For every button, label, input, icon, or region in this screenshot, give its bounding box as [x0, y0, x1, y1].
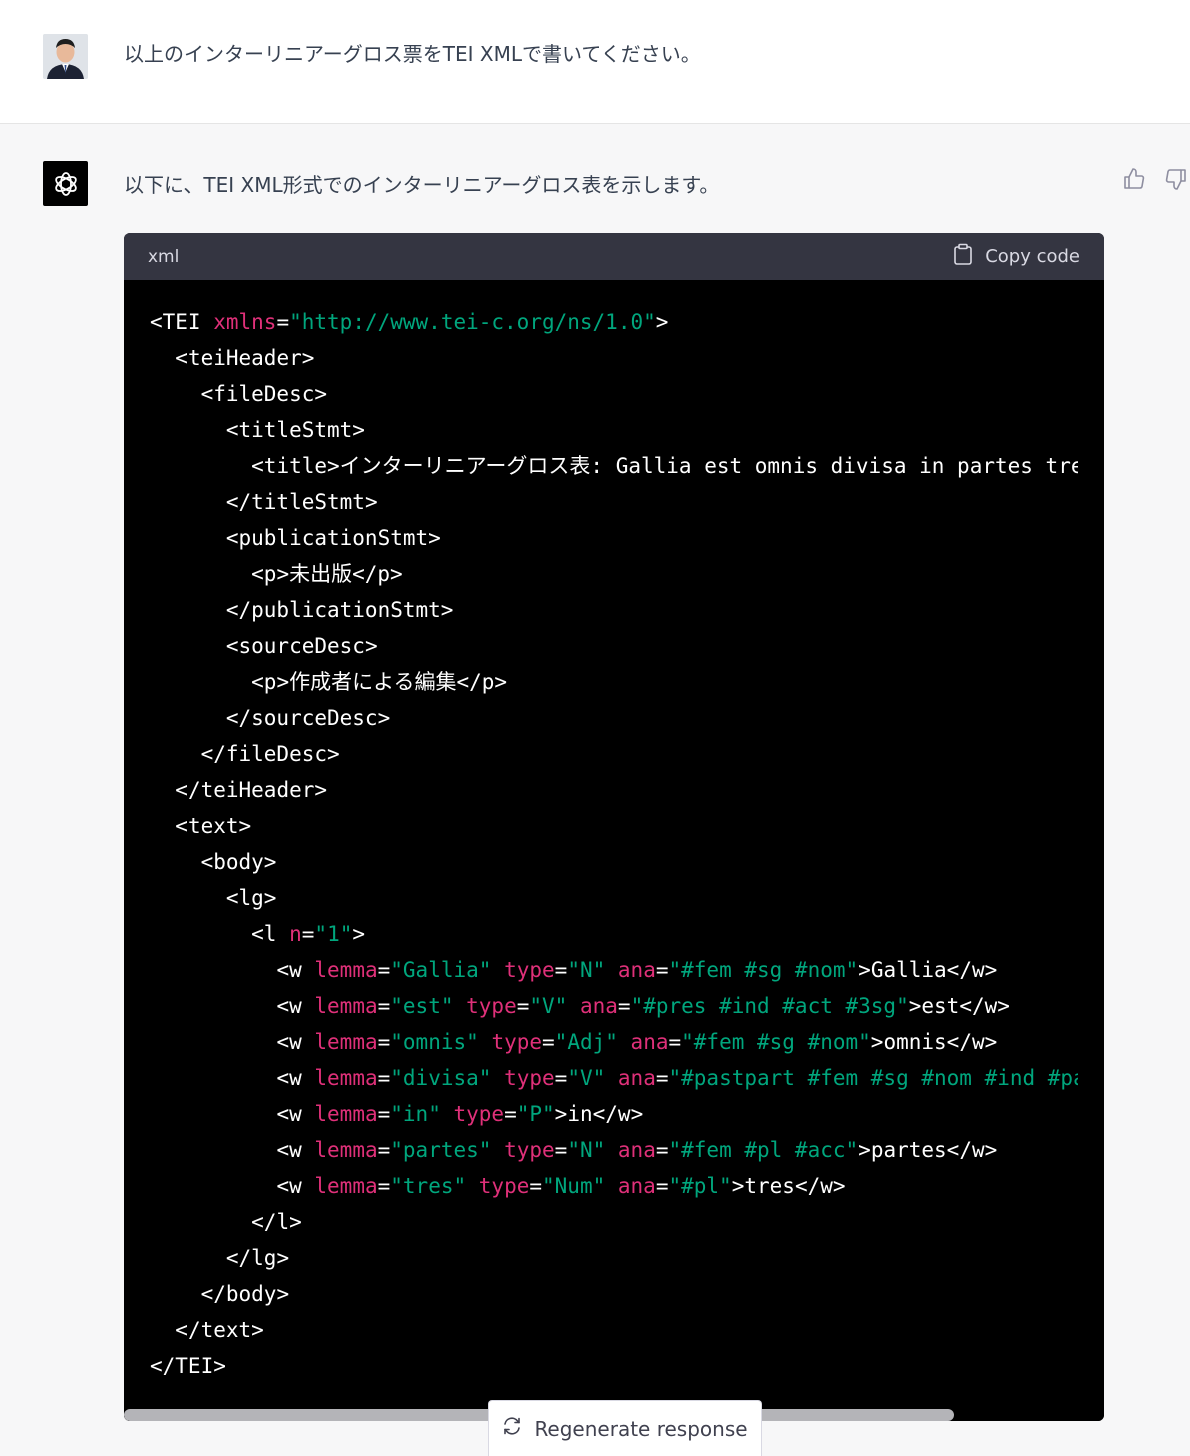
code-line: <text>	[175, 814, 252, 838]
user-avatar-icon	[43, 34, 88, 79]
code-line: <w lemma="est" type="V" ana="#pres #ind …	[276, 994, 1010, 1018]
code-content: <TEI xmlns="http://www.tei-c.org/ns/1.0"…	[124, 280, 1078, 1384]
code-language-label: xml	[148, 246, 180, 267]
regenerate-response-button[interactable]: Regenerate response	[488, 1400, 762, 1456]
code-line: <lg>	[225, 886, 277, 910]
code-line: </teiHeader>	[175, 778, 328, 802]
code-line: </fileDesc>	[200, 742, 340, 766]
code-header: xml Copy code	[124, 233, 1104, 280]
code-line: </titleStmt>	[225, 490, 378, 514]
code-line: </text>	[175, 1318, 264, 1342]
code-line: <titleStmt>	[225, 418, 365, 442]
code-line: <l n="1">	[251, 922, 366, 946]
code-line: </sourceDesc>	[225, 706, 391, 730]
code-line: <w lemma="tres" type="Num" ana="#pl">tre…	[276, 1174, 846, 1198]
assistant-intro-text: 以下に、TEI XML形式でのインターリニアーグロス表を示します。	[124, 173, 720, 197]
user-message-row: 以上のインターリニアーグロス票をTEI XMLで書いてください。	[0, 0, 1190, 124]
code-line: <w lemma="divisa" type="V" ana="#pastpar…	[276, 1066, 1078, 1090]
code-line: </publicationStmt>	[225, 598, 454, 622]
copy-code-button[interactable]: Copy code	[953, 243, 1080, 270]
code-line: <TEI xmlns="http://www.tei-c.org/ns/1.0"…	[150, 310, 669, 334]
code-line: </TEI>	[150, 1354, 226, 1378]
thumbs-up-icon[interactable]	[1120, 165, 1148, 193]
code-line: </body>	[200, 1282, 290, 1306]
code-line: <teiHeader>	[175, 346, 315, 370]
regenerate-response-label: Regenerate response	[534, 1416, 748, 1441]
code-line: </lg>	[225, 1246, 290, 1270]
copy-code-label: Copy code	[985, 246, 1080, 267]
thumbs-down-icon[interactable]	[1162, 165, 1190, 193]
openai-logo-icon	[43, 161, 88, 206]
code-line: <p>未出版</p>	[251, 562, 403, 586]
clipboard-icon	[953, 243, 973, 270]
code-line: <body>	[200, 850, 277, 874]
user-message-text: 以上のインターリニアーグロス票をTEI XMLで書いてください。	[124, 42, 701, 66]
code-line: <w lemma="Gallia" type="N" ana="#fem #sg…	[276, 958, 998, 982]
code-line: <w lemma="partes" type="N" ana="#fem #pl…	[276, 1138, 998, 1162]
code-line: </l>	[251, 1210, 302, 1234]
assistant-message-row: 以下に、TEI XML形式でのインターリニアーグロス表を示します。 xml Co…	[0, 125, 1190, 1456]
code-line: <p>作成者による編集</p>	[251, 670, 508, 694]
code-line: <publicationStmt>	[225, 526, 441, 550]
code-line: <fileDesc>	[200, 382, 328, 406]
code-line: <sourceDesc>	[225, 634, 378, 658]
refresh-icon	[502, 1416, 522, 1441]
feedback-buttons	[1120, 165, 1190, 193]
code-line: <w lemma="omnis" type="Adj" ana="#fem #s…	[276, 1030, 998, 1054]
code-line: <w lemma="in" type="P">in</w>	[276, 1102, 644, 1126]
code-line: <title>インターリニアーグロス表: Gallia est omnis di…	[251, 454, 1078, 478]
code-block: xml Copy code <TEI xmlns="http://www.tei…	[124, 233, 1104, 1421]
